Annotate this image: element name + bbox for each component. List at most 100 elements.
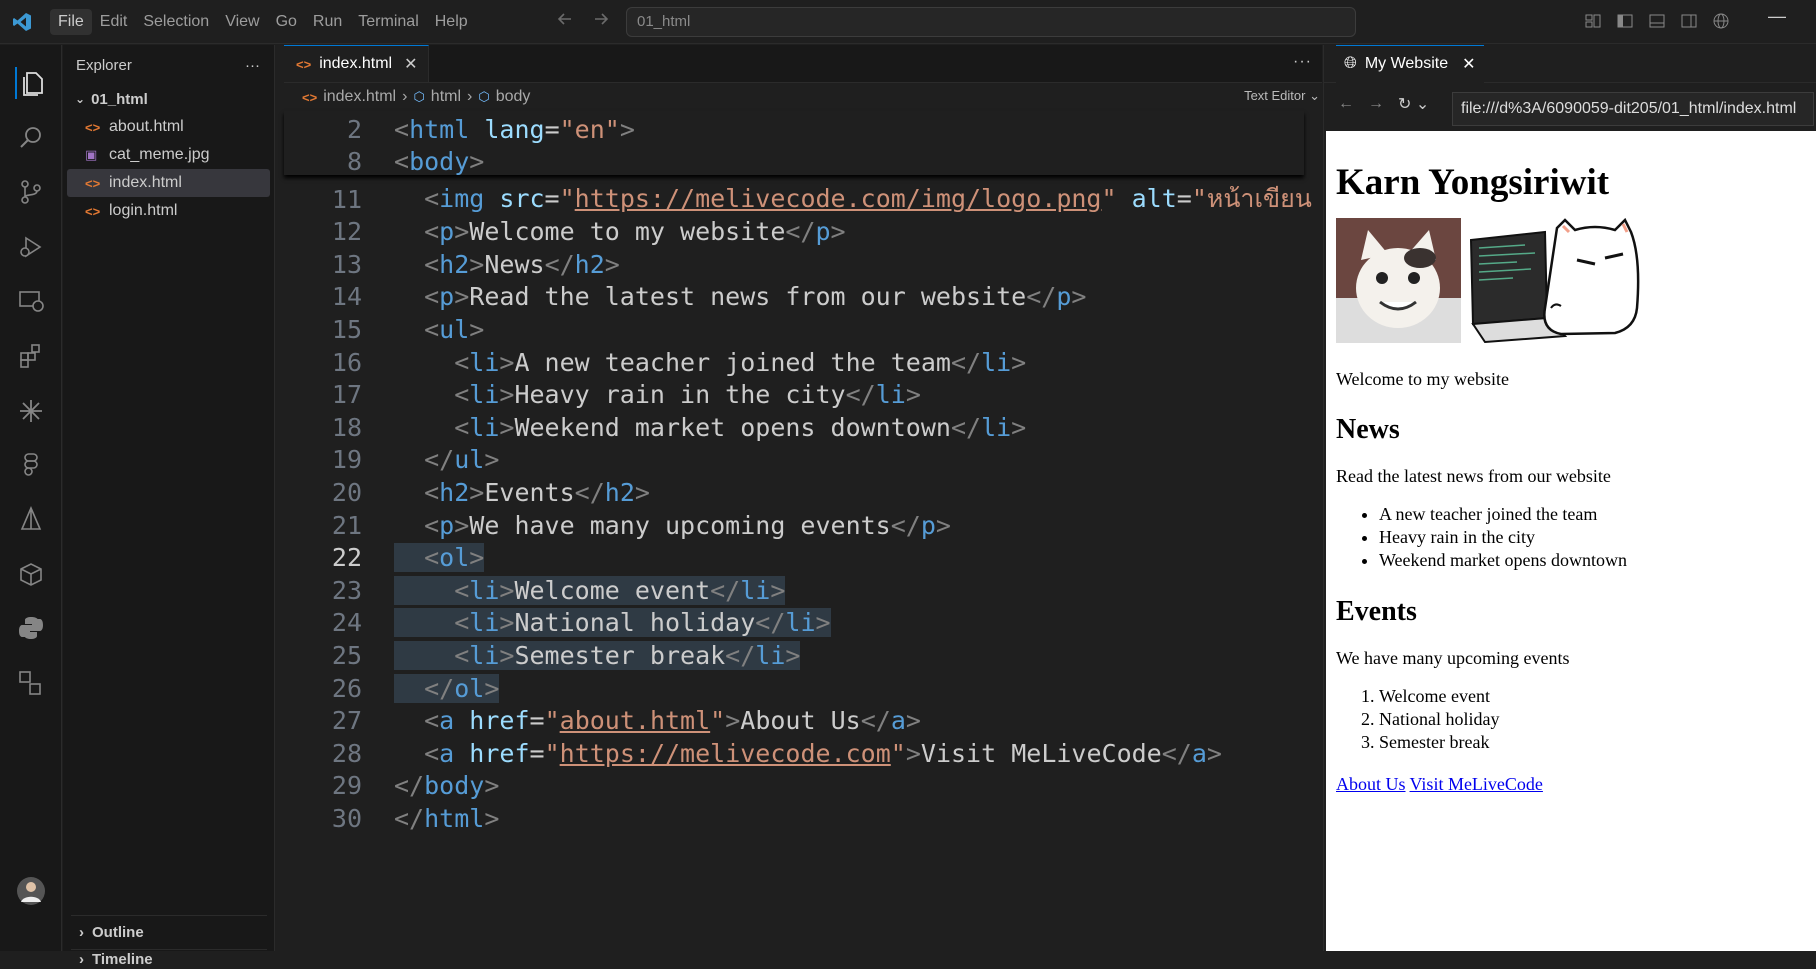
toggle-secondary-sidebar-icon[interactable] xyxy=(1680,12,1698,30)
image-row xyxy=(1336,218,1807,343)
remote-explorer-icon[interactable] xyxy=(15,285,47,317)
sticky-code-line[interactable]: 8 <body> xyxy=(284,143,1304,179)
code-line[interactable]: 19 </ul> xyxy=(284,442,1304,478)
code-text: <h2>Events</h2> xyxy=(424,477,650,507)
search-icon[interactable] xyxy=(15,122,47,154)
breadcrumb-html[interactable]: html xyxy=(431,88,461,106)
menu-edit[interactable]: Edit xyxy=(92,9,136,35)
code-line[interactable]: 26 </ol> xyxy=(284,670,1304,706)
reload-icon[interactable]: ↻ ⌄ xyxy=(1398,94,1429,114)
close-icon[interactable]: ✕ xyxy=(1462,54,1475,74)
menu-go[interactable]: Go xyxy=(268,9,305,35)
line-number: 14 xyxy=(331,282,362,312)
timeline-section[interactable]: › Timeline xyxy=(71,949,267,969)
code-line[interactable]: 22 <ol> xyxy=(284,540,1304,576)
code-line[interactable]: 16 <li>A new teacher joined the team</li… xyxy=(284,344,1304,380)
events-heading: Events xyxy=(1336,596,1417,627)
code-text: <p>Read the latest news from our website… xyxy=(424,282,1087,312)
code-line[interactable]: 11 <img src="https://melivecode.com/img/… xyxy=(284,181,1312,217)
command-center[interactable]: 01_html xyxy=(626,7,1356,37)
back-arrow-icon[interactable]: ← xyxy=(1338,95,1354,113)
deploy-icon[interactable] xyxy=(15,503,47,535)
back-arrow-icon[interactable] xyxy=(556,10,574,28)
code-line[interactable]: 23 <li>Welcome event</li> xyxy=(284,572,1304,608)
editor-more-button[interactable]: ··· xyxy=(1293,53,1312,71)
code-line[interactable]: 17 <li>Heavy rain in the city</li> xyxy=(284,377,1304,413)
account-avatar[interactable] xyxy=(15,875,47,907)
code-line[interactable]: 18 <li>Weekend market opens downtown</li… xyxy=(284,409,1304,445)
list-item: Heavy rain in the city xyxy=(1379,526,1807,549)
close-icon[interactable]: ✕ xyxy=(404,54,417,74)
events-list: Welcome event National holiday Semester … xyxy=(1379,685,1807,754)
code-line[interactable]: 14 <p>Read the latest news from our webs… xyxy=(284,279,1304,315)
code-line[interactable]: 15 <ul> xyxy=(284,311,1304,347)
run-debug-icon[interactable] xyxy=(15,231,47,263)
code-line[interactable]: 13 <h2>News</h2> xyxy=(284,246,1304,282)
code-line[interactable]: 25 <li>Semester break</li> xyxy=(284,637,1304,673)
source-control-icon[interactable] xyxy=(15,176,47,208)
breadcrumb-file[interactable]: index.html xyxy=(323,88,396,106)
line-number: 25 xyxy=(331,640,362,670)
file-about-html[interactable]: <> about.html xyxy=(67,113,270,141)
code-line[interactable]: 30 </html> xyxy=(284,800,1304,836)
outline-section[interactable]: › Outline xyxy=(71,915,267,949)
tab-index-html[interactable]: <> index.html ✕ xyxy=(284,45,429,82)
line-number: 16 xyxy=(331,347,362,377)
line-number: 17 xyxy=(331,380,362,410)
line-number: 27 xyxy=(331,706,362,736)
sticky-code-line[interactable]: 2 <html lang="en"> xyxy=(284,111,1304,147)
line-number: 8 xyxy=(346,146,362,176)
forward-arrow-icon[interactable]: → xyxy=(1368,95,1384,113)
layout-controls xyxy=(1584,12,1730,30)
customize-layout-icon[interactable] xyxy=(1584,12,1602,30)
code-line[interactable]: 21 <p>We have many upcoming events</p> xyxy=(284,507,1304,543)
html-file-icon: <> xyxy=(85,175,101,191)
globe-icon[interactable] xyxy=(1712,12,1730,30)
figma-icon[interactable] xyxy=(15,449,47,481)
minimize-button[interactable]: — xyxy=(1768,6,1786,27)
explorer-more-button[interactable]: ··· xyxy=(245,57,260,74)
visit-melivecode-link[interactable]: Visit MeLiveCode xyxy=(1410,774,1543,794)
file-index-html[interactable]: <> index.html xyxy=(67,169,270,197)
menu-run[interactable]: Run xyxy=(305,9,350,35)
file-login-html[interactable]: <> login.html xyxy=(67,197,270,225)
menu-help[interactable]: Help xyxy=(427,9,476,35)
menu-selection[interactable]: Selection xyxy=(135,9,217,35)
timeline-extension-icon[interactable] xyxy=(15,667,47,699)
ai-assistant-icon[interactable] xyxy=(15,395,47,427)
about-us-link[interactable]: About Us xyxy=(1336,774,1406,794)
folder-01-html[interactable]: ⌄ 01_html xyxy=(63,85,274,113)
tab-label: index.html xyxy=(319,55,393,72)
python-icon[interactable] xyxy=(15,612,47,644)
code-text: <body> xyxy=(394,146,485,176)
toggle-sidebar-icon[interactable] xyxy=(1616,12,1634,30)
menu-terminal[interactable]: Terminal xyxy=(350,9,426,35)
forward-arrow-icon[interactable] xyxy=(592,10,610,28)
code-line[interactable]: 27 <a href="about.html">About Us</a> xyxy=(284,703,1304,739)
page-title: Karn Yongsiriwit xyxy=(1336,162,1610,203)
code-line[interactable]: 20 <h2>Events</h2> xyxy=(284,474,1304,510)
breadcrumb-body[interactable]: body xyxy=(496,88,531,106)
extensions-icon[interactable] xyxy=(15,340,47,372)
code-line[interactable]: 29 </body> xyxy=(284,768,1304,804)
chevron-right-icon: › xyxy=(467,88,473,105)
file-cat-meme-jpg[interactable]: ▣ cat_meme.jpg xyxy=(67,141,270,169)
text-editor-label[interactable]: Text Editor ⌄ xyxy=(1244,88,1320,104)
activity-bar xyxy=(0,45,62,951)
code-area[interactable]: 2 <html lang="en"> 8 <body> 11 <img src="ht… xyxy=(284,111,1312,951)
list-item: Welcome event xyxy=(1379,685,1807,708)
globe-icon: 🌐︎ xyxy=(1344,55,1357,72)
code-line[interactable]: 24 <li>National holiday</li> xyxy=(284,605,1304,641)
code-text: <p>We have many upcoming events</p> xyxy=(424,510,951,540)
html-file-icon: <> xyxy=(85,203,101,219)
explorer-icon[interactable] xyxy=(15,67,47,99)
menu-file[interactable]: File xyxy=(50,8,92,35)
code-line[interactable]: 28 <a href="https://melivecode.com">Visi… xyxy=(284,735,1304,771)
container-icon[interactable] xyxy=(15,558,47,590)
code-line[interactable]: 12 <p>Welcome to my website</p> xyxy=(284,214,1304,250)
list-item: Weekend market opens downtown xyxy=(1379,549,1807,572)
tab-my-website[interactable]: 🌐︎ My Website ✕ xyxy=(1336,44,1484,83)
url-field[interactable]: file:///d%3A/6090059-dit205/01_html/inde… xyxy=(1452,92,1814,126)
menu-view[interactable]: View xyxy=(217,9,267,35)
toggle-panel-icon[interactable] xyxy=(1648,12,1666,30)
